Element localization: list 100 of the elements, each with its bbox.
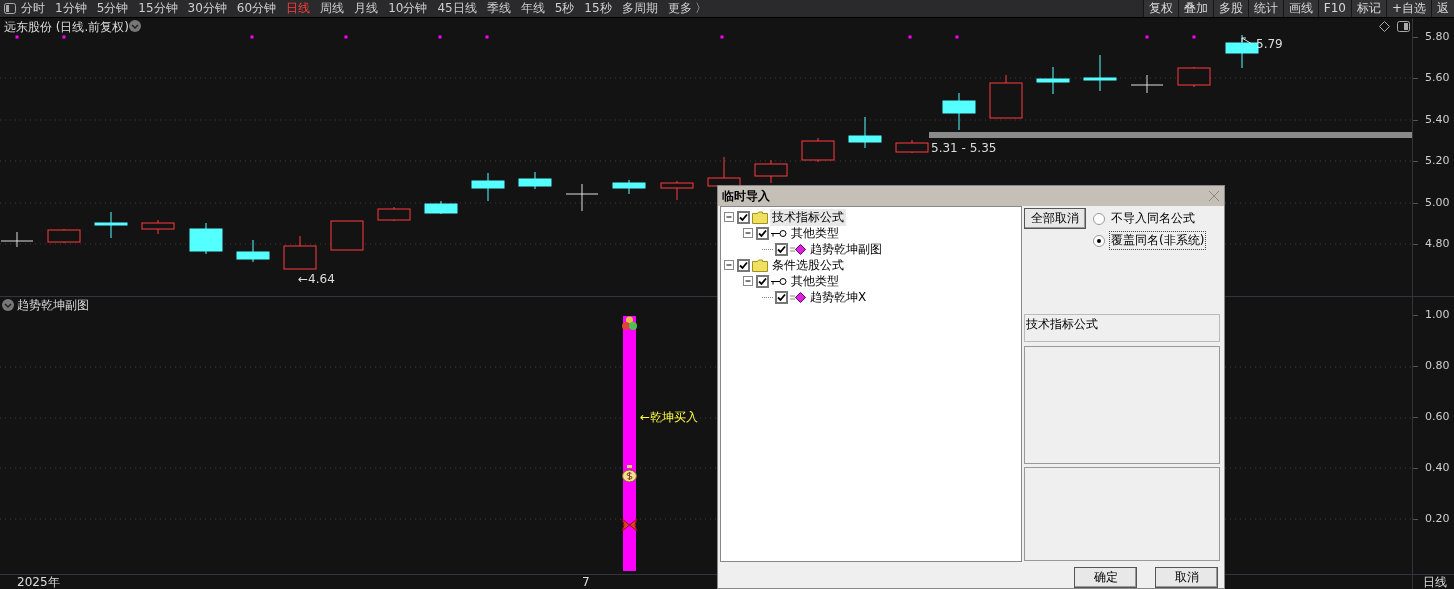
candlestick <box>1130 74 1164 94</box>
toolbar-button[interactable]: 返 <box>1431 0 1454 17</box>
candlestick <box>236 239 270 263</box>
period-tab[interactable]: 10分钟 <box>383 0 433 17</box>
axis-label: 5.80 <box>1425 31 1450 43</box>
tree-item[interactable]: 其他类型 <box>789 224 841 242</box>
toolbar-button[interactable]: 多股 <box>1212 0 1248 17</box>
candlestick <box>377 206 411 222</box>
candlestick <box>754 159 788 184</box>
arrow-icon <box>1240 36 1254 46</box>
period-label: 日线 <box>1423 575 1447 589</box>
candlestick <box>1083 54 1117 92</box>
period-tab[interactable]: 45日线 <box>432 0 482 17</box>
butterfly-icon <box>621 518 638 532</box>
period-tab[interactable]: 季线 <box>481 0 516 17</box>
checkbox[interactable] <box>756 226 769 240</box>
candlestick <box>330 220 364 251</box>
checkbox[interactable] <box>775 290 788 304</box>
dialog-button[interactable]: 确定 <box>1074 567 1137 588</box>
checkbox[interactable] <box>775 242 788 256</box>
checkbox[interactable] <box>737 210 750 224</box>
panel-toggle-icon[interactable] <box>1397 21 1410 32</box>
axis-label: 5.00 <box>1425 196 1450 209</box>
axis-label: 5.20 <box>1425 155 1450 168</box>
candlestick <box>1177 66 1211 88</box>
folder-icon <box>752 210 768 224</box>
axis-label: 0.40 <box>1425 462 1450 474</box>
collapse-icon[interactable] <box>2 299 14 311</box>
radio-label: 不导入同名公式 <box>1110 210 1196 227</box>
category-field: 技术指标公式 <box>1024 314 1220 342</box>
axis-label: 5.60 <box>1425 72 1450 85</box>
candlestick <box>848 116 882 149</box>
price-range-label: 5.31 - 5.35 <box>931 142 997 155</box>
signal-label: ←乾坤买入 <box>640 411 699 424</box>
toolbar-button[interactable]: 统计 <box>1247 0 1283 17</box>
period-tab[interactable]: 60分钟 <box>231 0 282 17</box>
candlestick <box>942 92 976 131</box>
toolbar-button[interactable]: 复权 <box>1142 0 1178 17</box>
checkbox[interactable] <box>756 274 769 288</box>
axis-label: 1.00 <box>1425 309 1450 321</box>
more-link[interactable]: 更多 〉 <box>662 0 713 17</box>
axis-label: 0.60 <box>1425 411 1450 423</box>
checkbox[interactable] <box>737 258 750 272</box>
period-tab[interactable]: 多周期 <box>616 0 663 17</box>
candlestick <box>1225 34 1259 69</box>
candlestick <box>565 183 599 212</box>
period-tab[interactable]: 月线 <box>349 0 384 17</box>
tree-item[interactable]: 趋势乾坤X <box>808 288 869 306</box>
formula-icon <box>790 291 806 303</box>
expander-icon[interactable] <box>724 259 735 271</box>
toolbar-button[interactable]: 标记 <box>1350 0 1386 17</box>
candlestick <box>660 180 694 201</box>
axis-label: 0.20 <box>1425 513 1450 525</box>
key-icon <box>771 276 787 286</box>
money-bag-icon <box>622 465 637 482</box>
cancel-all-button[interactable]: 全部取消 <box>1024 208 1086 229</box>
period-tab[interactable]: 15分钟 <box>133 0 183 17</box>
period-tab[interactable]: 分时 <box>16 0 50 17</box>
radio-button[interactable] <box>1093 212 1105 225</box>
tree-item[interactable]: 技术指标公式 <box>770 208 846 226</box>
collapse-icon[interactable] <box>129 20 141 32</box>
period-tab[interactable]: 年线 <box>515 0 550 17</box>
period-tab[interactable]: 30分钟 <box>182 0 232 17</box>
period-tab[interactable]: 5分钟 <box>91 0 134 17</box>
toolbar-button[interactable]: 画线 <box>1282 0 1318 17</box>
candlestick <box>283 235 317 270</box>
balls-icon <box>621 316 638 331</box>
candlestick <box>471 172 505 202</box>
axis-label: 5.40 <box>1425 113 1450 126</box>
toolbar-button[interactable]: F10 <box>1317 0 1351 17</box>
candlestick <box>141 219 175 235</box>
toolbar-button[interactable]: +自选 <box>1385 0 1431 17</box>
tree-item[interactable]: 条件选股公式 <box>770 256 846 274</box>
formula-icon <box>790 243 806 255</box>
diamond-icon[interactable] <box>1379 21 1390 32</box>
candlestick <box>47 228 81 244</box>
candlestick <box>518 171 552 190</box>
expander-icon[interactable] <box>743 275 754 287</box>
candlestick <box>895 139 929 154</box>
period-tab[interactable]: 5秒 <box>549 0 580 17</box>
period-tab[interactable]: 15秒 <box>579 0 617 17</box>
dialog-button[interactable]: 取消 <box>1155 567 1218 588</box>
sidebar-toggle-icon[interactable] <box>4 3 16 14</box>
candlestick <box>612 179 646 195</box>
key-icon <box>771 228 787 238</box>
radio-button[interactable] <box>1093 234 1105 247</box>
axis-label: 0.80 <box>1425 360 1450 372</box>
date-label: 2025年 <box>17 575 60 589</box>
toolbar-button[interactable]: 叠加 <box>1177 0 1213 17</box>
expander-icon[interactable] <box>724 211 735 223</box>
tree-item[interactable]: 趋势乾坤副图 <box>808 240 884 258</box>
candlestick <box>801 137 835 163</box>
expander-icon[interactable] <box>743 227 754 239</box>
period-tab[interactable]: 1分钟 <box>50 0 92 17</box>
period-tab[interactable]: 日线 <box>281 0 316 17</box>
tree-item[interactable]: 其他类型 <box>789 272 841 290</box>
chart-title: 远东股份 (日线.前复权) <box>4 19 129 36</box>
price-label: ←4.64 <box>298 273 335 286</box>
candlestick <box>189 222 223 255</box>
period-tab[interactable]: 周线 <box>315 0 350 17</box>
